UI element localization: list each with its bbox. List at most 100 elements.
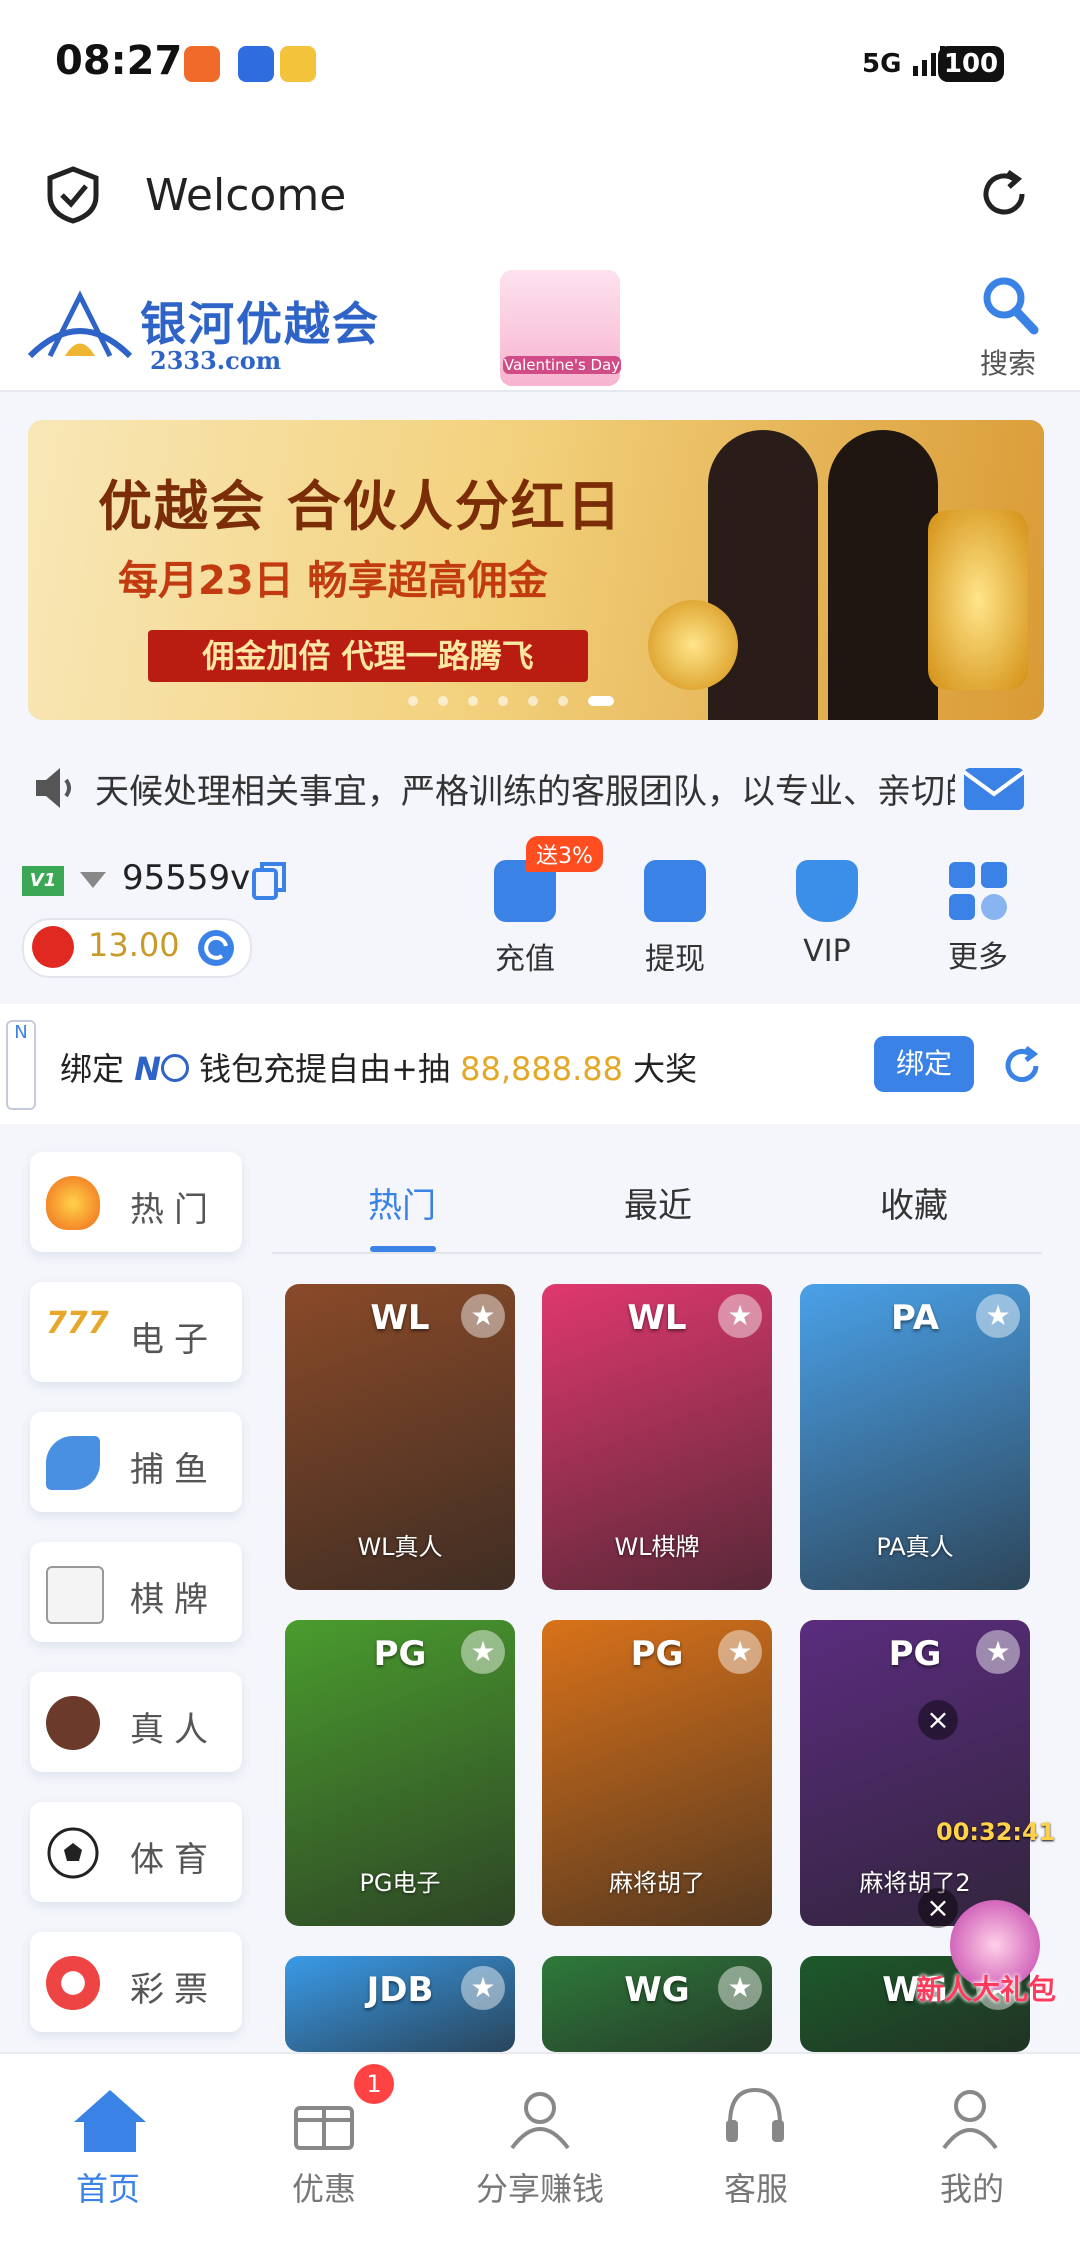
wallet-bind-bar: N 绑定 N 钱包充提自由+抽 88,888.88 大奖 绑定 <box>0 1004 1080 1124</box>
nav-home[interactable]: 首页 <box>8 2164 208 2210</box>
banner-ribbon: 佣金加倍 代理一路腾飞 <box>148 630 588 682</box>
nb-brand-logo: N <box>134 1050 161 1088</box>
favorite-star-icon[interactable]: ★ <box>718 1294 762 1338</box>
game-name: 麻将胡了2 <box>859 1869 971 1897</box>
game-name: PA真人 <box>876 1533 954 1561</box>
app-notification-icon <box>184 46 220 82</box>
withdraw-ticket-icon <box>644 860 706 922</box>
game-card[interactable]: WG★ <box>542 1956 772 2052</box>
favorite-star-icon[interactable]: ★ <box>461 1630 505 1674</box>
balance-pill: 13.00 <box>22 918 252 978</box>
category-fishing[interactable]: 捕鱼 <box>30 1412 242 1512</box>
nav-offers[interactable]: 优惠 <box>224 2164 424 2210</box>
carousel-dot-active[interactable] <box>588 696 614 706</box>
carousel-dot[interactable] <box>498 696 508 706</box>
game-card[interactable]: WL ★ WL真人 <box>285 1284 515 1590</box>
category-sports[interactable]: 体育 <box>30 1802 242 1902</box>
game-card[interactable]: PG ★ 麻将胡了 <box>542 1620 772 1926</box>
game-card[interactable]: PA ★ PA真人 <box>800 1284 1030 1590</box>
category-hot[interactable]: 热门 <box>30 1152 242 1252</box>
logo-url: 2333.com <box>150 346 282 375</box>
category-cards[interactable]: 棋牌 <box>30 1542 242 1642</box>
game-card[interactable]: PG ★ PG电子 <box>285 1620 515 1926</box>
chevron-down-icon[interactable] <box>78 870 108 890</box>
vip-level-badge: V1 <box>22 866 64 896</box>
coin-stack <box>648 600 738 690</box>
nav-support[interactable]: 客服 <box>656 2164 856 2210</box>
carousel-dot[interactable] <box>528 696 538 706</box>
tab-active-indicator <box>370 1246 436 1252</box>
game-name: WL真人 <box>357 1533 443 1561</box>
carousel-dot[interactable] <box>468 696 478 706</box>
refresh-icon[interactable] <box>1000 1044 1044 1088</box>
bind-suffix: 大奖 <box>633 1050 698 1088</box>
nav-profile[interactable]: 我的 <box>872 2164 1072 2210</box>
tab-recent[interactable]: 最近 <box>558 1178 758 1227</box>
newbie-gift-label[interactable]: 新人大礼包 <box>916 1968 1056 2008</box>
announcement-bar[interactable]: 天候处理相关事宜，严格训练的客服团队，以专业、亲切的 <box>0 742 1080 832</box>
logo-text[interactable]: 银河优越会 <box>140 288 380 354</box>
game-name: 麻将胡了 <box>609 1869 705 1897</box>
favorite-star-icon[interactable]: ★ <box>976 1294 1020 1338</box>
status-time: 08:27 <box>55 38 183 84</box>
close-gift-icon[interactable]: × <box>918 1888 958 1928</box>
close-floating-icon[interactable]: × <box>918 1700 958 1740</box>
nav-share-earn[interactable]: 分享赚钱 <box>440 2164 640 2210</box>
favorite-star-icon[interactable]: ★ <box>718 1630 762 1674</box>
speaker-icon <box>36 768 71 808</box>
vip-label: VIP <box>803 934 851 969</box>
favorite-star-icon[interactable]: ★ <box>718 1966 762 2010</box>
refresh-balance-icon[interactable] <box>194 926 238 970</box>
app-notification-icon <box>238 46 274 82</box>
nb-circle-icon <box>160 1054 189 1082</box>
game-card[interactable]: PG ★ 麻将胡了2 <box>800 1620 1030 1926</box>
logo-icon[interactable] <box>20 286 140 366</box>
mail-icon[interactable] <box>962 756 1026 820</box>
bind-prefix: 绑定 <box>60 1050 125 1088</box>
headset-icon <box>726 2087 784 2142</box>
shark-icon <box>46 1436 100 1490</box>
tab-favorites[interactable]: 收藏 <box>814 1178 1014 1227</box>
search-icon[interactable] <box>980 274 1040 336</box>
category-label: 热门 <box>130 1190 218 1230</box>
carousel-dot[interactable] <box>408 696 418 706</box>
shield-check-icon[interactable] <box>46 166 100 224</box>
more-button[interactable]: 更多 <box>908 860 1048 976</box>
browser-bar: Welcome <box>0 130 1080 260</box>
promo-banner[interactable]: 优越会 合伙人分红日 每月23日 畅享超高佣金 佣金加倍 代理一路腾飞 <box>28 420 1044 720</box>
game-card[interactable]: JDB ★ <box>285 1956 515 2052</box>
favorite-star-icon[interactable]: ★ <box>976 1630 1020 1674</box>
lottery-ball-icon <box>46 1956 100 2010</box>
account-username: 95559v <box>122 858 251 898</box>
carousel-dot[interactable] <box>438 696 448 706</box>
withdraw-button[interactable]: 提现 <box>605 860 745 978</box>
tab-hot[interactable]: 热门 <box>302 1178 502 1227</box>
withdraw-label: 提现 <box>645 942 705 977</box>
deposit-bonus-badge: 送3% <box>526 836 603 872</box>
countdown-timer: 00:32:41 <box>936 1818 1056 1846</box>
category-lottery[interactable]: 彩票 <box>30 1932 242 2032</box>
vip-button[interactable]: VIP <box>757 860 897 969</box>
deposit-label: 充值 <box>495 942 555 977</box>
bind-promo-text: 绑定 N 钱包充提自由+抽 88,888.88 大奖 <box>60 1044 697 1090</box>
favorite-star-icon[interactable]: ★ <box>461 1294 505 1338</box>
china-flag-icon <box>32 926 74 968</box>
carousel-dot[interactable] <box>558 696 568 706</box>
deposit-button[interactable]: 充值 <box>455 860 595 978</box>
game-card[interactable]: WL ★ WL棋牌 <box>542 1284 772 1590</box>
more-label: 更多 <box>948 940 1008 975</box>
search-label[interactable]: 搜索 <box>980 342 1036 382</box>
category-slots[interactable]: 777 电子 <box>30 1282 242 1382</box>
banner-subheadline: 每月23日 畅享超高佣金 <box>118 558 548 604</box>
favorite-star-icon[interactable]: ★ <box>461 1966 505 2010</box>
category-live[interactable]: 真人 <box>30 1672 242 1772</box>
copy-icon[interactable] <box>252 862 286 900</box>
bind-button[interactable]: 绑定 <box>874 1036 974 1092</box>
valentines-label: Valentine's Day <box>503 356 621 374</box>
flame-icon <box>46 1176 100 1230</box>
category-label: 体育 <box>130 1840 218 1880</box>
side-tab[interactable]: N <box>6 1020 36 1110</box>
soccer-ball-icon <box>47 1827 99 1879</box>
grid-menu-icon <box>949 862 1007 920</box>
reload-icon[interactable] <box>976 166 1032 222</box>
